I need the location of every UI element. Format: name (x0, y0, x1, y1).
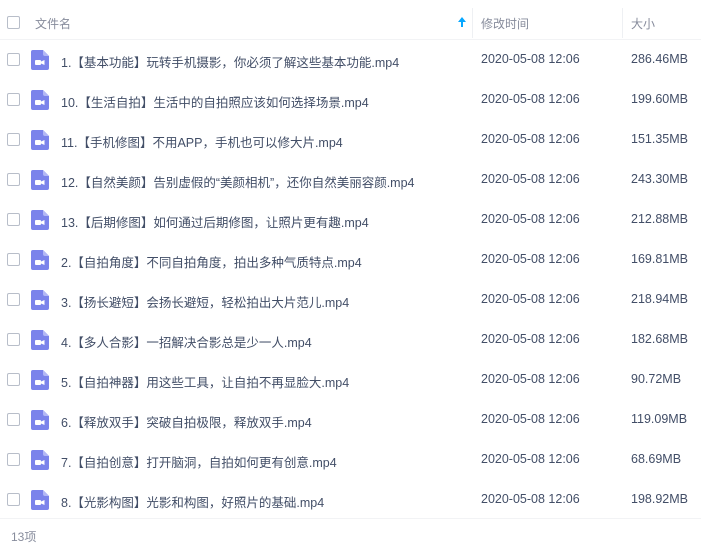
file-name[interactable]: 6.【释放双手】突破自拍极限，释放双手.mp4 (61, 412, 312, 431)
file-name[interactable]: 3.【扬长避短】会扬长避短，轻松拍出大片范儿.mp4 (61, 292, 349, 311)
file-size: 169.81MB (631, 252, 688, 266)
file-modified-time: 2020-05-08 12:06 (481, 252, 580, 266)
row-checkbox[interactable] (7, 413, 20, 426)
file-size: 119.09MB (631, 412, 688, 426)
column-divider[interactable] (472, 8, 473, 38)
file-list-header: 文件名 修改时间 大小 (0, 0, 701, 40)
file-modified-time: 2020-05-08 12:06 (481, 292, 580, 306)
file-modified-time: 2020-05-08 12:06 (481, 132, 580, 146)
file-row[interactable]: 12.【自然美颜】告别虚假的“美颜相机”，还你自然美丽容颜.mp4 2020-05… (0, 160, 701, 200)
video-file-icon (31, 130, 49, 150)
column-header-filename[interactable]: 文件名 (35, 15, 71, 32)
video-file-icon (31, 490, 49, 510)
video-file-icon (31, 250, 49, 270)
video-file-icon (31, 50, 49, 70)
file-modified-time: 2020-05-08 12:06 (481, 452, 580, 466)
video-file-icon (31, 370, 49, 390)
file-name[interactable]: 7.【自拍创意】打开脑洞，自拍如何更有创意.mp4 (61, 452, 337, 471)
file-size: 218.94MB (631, 292, 688, 306)
file-modified-time: 2020-05-08 12:06 (481, 372, 580, 386)
row-checkbox[interactable] (7, 333, 20, 346)
row-checkbox[interactable] (7, 293, 20, 306)
file-modified-time: 2020-05-08 12:06 (481, 172, 580, 186)
video-file-icon (31, 290, 49, 310)
file-list: 1.【基本功能】玩转手机摄影，你必须了解这些基本功能.mp4 2020-05-08… (0, 40, 701, 520)
file-row[interactable]: 3.【扬长避短】会扬长避短，轻松拍出大片范儿.mp4 2020-05-08 12:… (0, 280, 701, 320)
file-modified-time: 2020-05-08 12:06 (481, 332, 580, 346)
row-checkbox[interactable] (7, 453, 20, 466)
file-row[interactable]: 2.【自拍角度】不同自拍角度，拍出多种气质特点.mp4 2020-05-08 12… (0, 240, 701, 280)
file-row[interactable]: 13.【后期修图】如何通过后期修图，让照片更有趣.mp4 2020-05-08 1… (0, 200, 701, 240)
file-name[interactable]: 12.【自然美颜】告别虚假的“美颜相机”，还你自然美丽容颜.mp4 (61, 172, 415, 191)
video-file-icon (31, 450, 49, 470)
file-size: 198.92MB (631, 492, 688, 506)
file-name[interactable]: 5.【自拍神器】用这些工具，让自拍不再显脸大.mp4 (61, 372, 349, 391)
column-header-size[interactable]: 大小 (631, 15, 655, 32)
column-header-modified-time[interactable]: 修改时间 (481, 15, 529, 32)
file-size: 182.68MB (631, 332, 688, 346)
file-row[interactable]: 10.【生活自拍】生活中的自拍照应该如何选择场景.mp4 2020-05-08 1… (0, 80, 701, 120)
row-checkbox[interactable] (7, 133, 20, 146)
file-size: 68.69MB (631, 452, 682, 466)
video-file-icon (31, 330, 49, 350)
file-row[interactable]: 4.【多人合影】一招解决合影总是少一人.mp4 2020-05-08 12:06 1… (0, 320, 701, 360)
file-name[interactable]: 2.【自拍角度】不同自拍角度，拍出多种气质特点.mp4 (61, 252, 362, 271)
file-modified-time: 2020-05-08 12:06 (481, 92, 580, 106)
file-name[interactable]: 11.【手机修图】不用APP，手机也可以修大片.mp4 (61, 132, 343, 151)
file-row[interactable]: 8.【光影构图】光影和构图，好照片的基础.mp4 2020-05-08 12:06… (0, 480, 701, 520)
file-row[interactable]: 7.【自拍创意】打开脑洞，自拍如何更有创意.mp4 2020-05-08 12:0… (0, 440, 701, 480)
row-checkbox[interactable] (7, 493, 20, 506)
row-checkbox[interactable] (7, 53, 20, 66)
file-name[interactable]: 8.【光影构图】光影和构图，好照片的基础.mp4 (61, 492, 324, 511)
row-checkbox[interactable] (7, 373, 20, 386)
video-file-icon (31, 210, 49, 230)
file-modified-time: 2020-05-08 12:06 (481, 52, 580, 66)
file-modified-time: 2020-05-08 12:06 (481, 492, 580, 506)
row-checkbox[interactable] (7, 213, 20, 226)
file-size: 151.35MB (631, 132, 688, 146)
file-size: 199.60MB (631, 92, 688, 106)
file-row[interactable]: 5.【自拍神器】用这些工具，让自拍不再显脸大.mp4 2020-05-08 12:… (0, 360, 701, 400)
item-count: 13项 (11, 530, 37, 544)
video-file-icon (31, 410, 49, 430)
select-all-checkbox[interactable] (7, 16, 20, 29)
file-name[interactable]: 4.【多人合影】一招解决合影总是少一人.mp4 (61, 332, 312, 351)
file-name[interactable]: 13.【后期修图】如何通过后期修图，让照片更有趣.mp4 (61, 212, 369, 231)
file-modified-time: 2020-05-08 12:06 (481, 212, 580, 226)
column-divider[interactable] (622, 8, 623, 38)
video-file-icon (31, 170, 49, 190)
file-modified-time: 2020-05-08 12:06 (481, 412, 580, 426)
file-row[interactable]: 11.【手机修图】不用APP，手机也可以修大片.mp4 2020-05-08 12… (0, 120, 701, 160)
file-size: 243.30MB (631, 172, 688, 186)
arrow-up-icon[interactable] (457, 16, 467, 28)
file-size: 286.46MB (631, 52, 688, 66)
row-checkbox[interactable] (7, 93, 20, 106)
file-size: 90.72MB (631, 372, 682, 386)
video-file-icon (31, 90, 49, 110)
file-row[interactable]: 6.【释放双手】突破自拍极限，释放双手.mp4 2020-05-08 12:06 1… (0, 400, 701, 440)
row-checkbox[interactable] (7, 253, 20, 266)
file-list-footer: 13项 (0, 518, 701, 548)
row-checkbox[interactable] (7, 173, 20, 186)
file-name[interactable]: 1.【基本功能】玩转手机摄影，你必须了解这些基本功能.mp4 (61, 52, 399, 71)
file-name[interactable]: 10.【生活自拍】生活中的自拍照应该如何选择场景.mp4 (61, 92, 369, 111)
file-row[interactable]: 1.【基本功能】玩转手机摄影，你必须了解这些基本功能.mp4 2020-05-08… (0, 40, 701, 80)
file-size: 212.88MB (631, 212, 688, 226)
